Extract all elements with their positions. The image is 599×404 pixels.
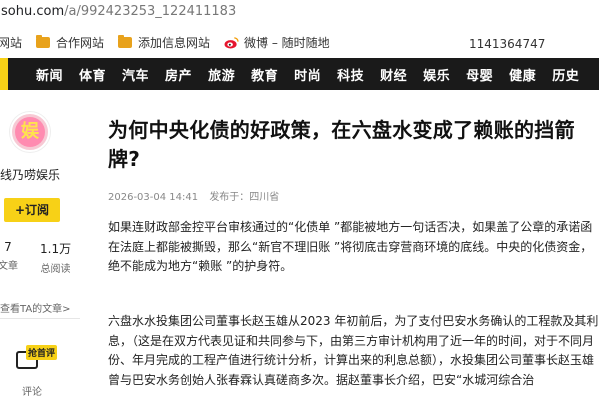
publish-date: 2026-03-04 14:41 — [108, 192, 199, 203]
nav-item-entertainment[interactable]: 娱乐 — [423, 65, 450, 84]
url-host: sohu.com — [1, 4, 65, 19]
author-panel: 娱 线乃唠娱乐 +订阅 7 文章 1.1万 总阅读 查看TA的文章> 抢首评 评… — [0, 90, 80, 404]
article: 为何中央化债的好政策，在六盘水变成了赖账的挡箭牌? 2026-03-04 14:… — [108, 90, 599, 404]
stat-value: 1.1万 — [40, 242, 72, 256]
bookmark-weibo[interactable]: 微博 – 随时随地 — [224, 34, 330, 51]
stat-total-reads: 1.1万 总阅读 — [40, 240, 71, 275]
article-paragraph: 六盘水水投集团公司董事长赵玉雄从2023 年初前后，为了支付巴安水务确认的工程款… — [108, 314, 599, 387]
overlay-number: 1141364747 — [469, 37, 546, 51]
weibo-icon — [224, 36, 239, 49]
article-meta: 2026-03-04 14:41 发布于：四川省 — [108, 188, 287, 203]
bookmark-sites[interactable]: 网站 — [0, 34, 22, 51]
publish-source: 发布于：四川省 — [209, 192, 280, 203]
nav-item-finance[interactable]: 财经 — [380, 65, 407, 84]
url-path: /a/992423253_122411183 — [64, 4, 237, 19]
comment-icon[interactable]: 抢首评 — [14, 345, 58, 369]
avatar[interactable]: 娱 — [10, 112, 50, 152]
nav-item-history[interactable]: 历史 — [552, 65, 579, 84]
nav-item-tech[interactable]: 科技 — [337, 65, 364, 84]
view-articles-link[interactable]: 查看TA的文章> — [0, 300, 71, 315]
folder-icon — [118, 34, 133, 48]
logo-edge — [0, 58, 8, 90]
stat-label: 总阅读 — [40, 264, 71, 275]
bookmark-partner-sites[interactable]: 合作网站 — [36, 34, 104, 51]
channel-nav: 新闻 体育 汽车 房产 旅游 教育 时尚 科技 财经 娱乐 母婴 健康 历史 — [0, 58, 599, 90]
comment-label[interactable]: 评论 — [22, 383, 42, 398]
nav-item-realestate[interactable]: 房产 — [165, 65, 192, 84]
nav-item-news[interactable]: 新闻 — [36, 65, 63, 84]
nav-item-education[interactable]: 教育 — [251, 65, 278, 84]
bookmark-label: 网站 — [0, 35, 23, 50]
avatar-glyph: 娱 — [15, 117, 45, 147]
bookmark-label: 微博 – 随时随地 — [244, 35, 330, 50]
nav-item-fashion[interactable]: 时尚 — [294, 65, 321, 84]
author-name[interactable]: 线乃唠娱乐 — [0, 166, 60, 183]
bookmark-label: 添加信息网站 — [138, 35, 211, 50]
bookmark-add-info-sites[interactable]: 添加信息网站 — [118, 34, 210, 51]
nav-item-auto[interactable]: 汽车 — [122, 65, 149, 84]
nav-item-sports[interactable]: 体育 — [79, 65, 106, 84]
nav-item-health[interactable]: 健康 — [509, 65, 536, 84]
nav-item-travel[interactable]: 旅游 — [208, 65, 235, 84]
stat-articles: 7 文章 — [0, 240, 18, 272]
folder-icon — [36, 34, 51, 48]
bookmarks-bar: 网站 合作网站 添加信息网站 微博 – 随时随地 1141364747 — [0, 26, 599, 58]
stat-value: 7 — [4, 240, 12, 254]
stat-label: 文章 — [0, 261, 18, 272]
article-title: 为何中央化债的好政策，在六盘水变成了赖账的挡箭牌? — [108, 118, 575, 171]
bookmark-label: 合作网站 — [56, 35, 105, 50]
subscribe-button[interactable]: +订阅 — [4, 198, 60, 222]
nav-item-parenting[interactable]: 母婴 — [466, 65, 493, 84]
first-comment-badge: 抢首评 — [26, 345, 58, 360]
address-bar[interactable]: sohu.com/a/992423253_122411183 — [0, 0, 599, 23]
divider — [0, 318, 80, 319]
article-paragraph: 如果连财政部金控平台审核通过的“化债单 ”都能被地方一句话否决，如果盖了公章的承… — [108, 220, 593, 273]
